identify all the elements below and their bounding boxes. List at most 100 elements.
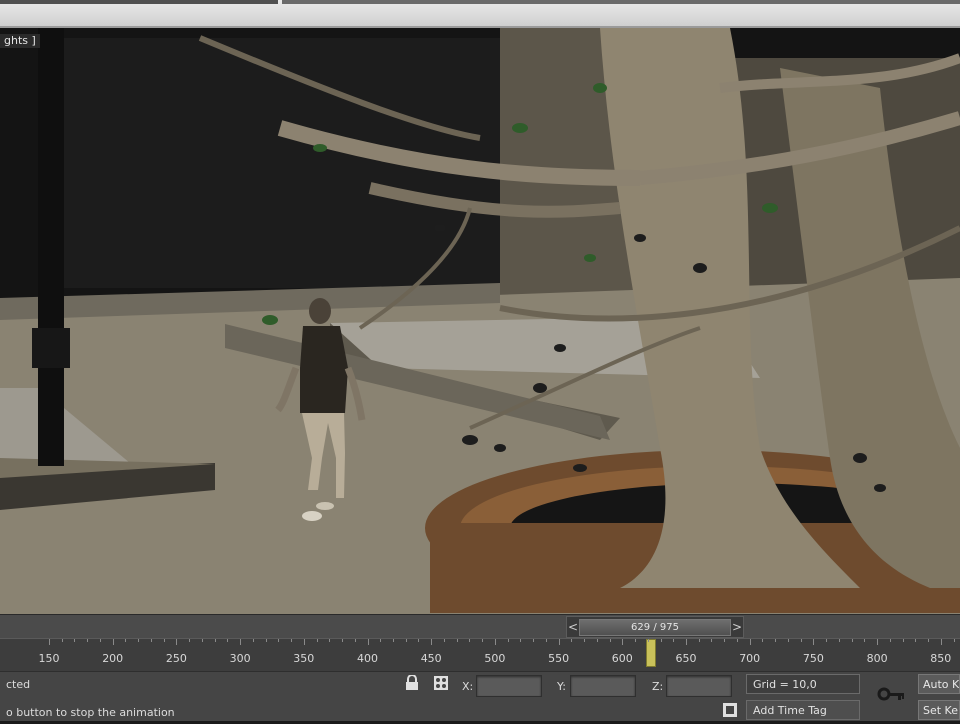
key-icon[interactable] [876, 684, 906, 704]
lock-icon[interactable] [403, 674, 421, 693]
ruler-minor-tick [826, 639, 828, 642]
transform-mode-icon[interactable] [432, 675, 450, 693]
ruler-tick [431, 639, 433, 645]
ruler-tick [940, 639, 942, 645]
ruler-minor-tick [125, 639, 127, 642]
y-coordinate-field[interactable] [570, 675, 636, 697]
time-slider[interactable]: < 629 / 975 > [566, 616, 744, 638]
ruler-minor-tick [342, 639, 344, 642]
z-coordinate-field[interactable] [666, 675, 732, 697]
ruler-minor-tick [635, 639, 637, 642]
ruler-tick [176, 639, 178, 645]
ruler-minor-tick [87, 639, 89, 642]
ruler-tick [622, 639, 624, 645]
ruler-minor-tick [571, 639, 573, 642]
viewport-label[interactable]: ghts ] [0, 34, 40, 48]
ruler-minor-tick [150, 639, 152, 642]
time-slider-bar: < 629 / 975 > [0, 614, 960, 639]
ruler-label: 750 [802, 652, 824, 665]
key-filter-icon[interactable] [721, 702, 739, 720]
ruler-minor-tick [469, 639, 471, 642]
ruler-minor-tick [762, 639, 764, 642]
ruler-minor-tick [902, 639, 904, 642]
ruler-minor-tick [660, 639, 662, 642]
ruler-minor-tick [214, 639, 216, 642]
ruler-tick [686, 639, 687, 645]
ruler-minor-tick [711, 639, 713, 642]
ruler-minor-tick [265, 639, 267, 642]
ruler-minor-tick [456, 639, 458, 642]
3d-viewport[interactable]: ghts ] [0, 28, 960, 614]
ruler-minor-tick [138, 639, 140, 642]
add-time-tag-button[interactable]: Add Time Tag [746, 700, 860, 720]
ruler-minor-tick [533, 639, 535, 642]
ruler-minor-tick [698, 639, 700, 642]
ruler-tick [877, 639, 879, 645]
grid-spacing-display: Grid = 10,0 [746, 674, 860, 694]
ruler-minor-tick [787, 639, 789, 642]
ruler-minor-tick [775, 639, 777, 642]
ruler-minor-tick [864, 639, 866, 642]
ruler-label: 450 [420, 652, 442, 665]
ruler-tick [112, 639, 114, 645]
ruler-minor-tick [278, 639, 280, 642]
set-key-button[interactable]: Set Ke [918, 700, 960, 720]
ruler-minor-tick [520, 639, 522, 642]
ruler-minor-tick [545, 639, 547, 642]
prompt-line: o button to stop the animation [6, 706, 175, 719]
ruler-minor-tick [329, 639, 331, 642]
ruler-label: 300 [229, 652, 251, 665]
ruler-minor-tick [380, 639, 382, 642]
ruler-minor-tick [953, 639, 955, 642]
auto-key-button[interactable]: Auto Ke [918, 674, 960, 694]
ruler-minor-tick [838, 639, 840, 642]
playhead[interactable] [646, 639, 656, 667]
ruler-minor-tick [596, 639, 598, 642]
next-frame-button[interactable]: > [731, 617, 743, 637]
ruler-minor-tick [800, 639, 802, 642]
title-bar-accent [0, 0, 278, 4]
ruler-minor-tick [405, 639, 407, 642]
ruler-tick [367, 639, 369, 645]
y-axis-label: Y: [557, 680, 566, 693]
window-title-bar [0, 0, 960, 28]
ruler-tick [49, 639, 50, 645]
ruler-minor-tick [915, 639, 917, 642]
ruler-label: 850 [930, 652, 952, 665]
ruler-minor-tick [507, 639, 509, 642]
ruler-minor-tick [61, 639, 63, 642]
ruler-minor-tick [673, 639, 675, 642]
z-axis-label: Z: [652, 680, 664, 693]
title-bar-accent-right [282, 0, 960, 4]
ruler-minor-tick [354, 639, 356, 642]
x-coordinate-field[interactable] [476, 675, 542, 697]
ruler-label: 600 [611, 652, 633, 665]
ruler-tick [240, 639, 242, 645]
ruler-minor-tick [189, 639, 191, 642]
ruler-minor-tick [74, 639, 76, 642]
ruler-label: 650 [675, 652, 697, 665]
ruler-minor-tick [851, 639, 853, 642]
ruler-minor-tick [724, 639, 726, 642]
viewport-scene [0, 28, 960, 614]
ruler-tick [749, 639, 751, 645]
time-slider-thumb[interactable]: 629 / 975 [579, 619, 731, 636]
ruler-minor-tick [482, 639, 484, 642]
prev-frame-button[interactable]: < [567, 617, 579, 637]
ruler-label: 200 [102, 652, 124, 665]
track-bar[interactable]: 150 200 250 300 350 400 450 500 550 600 650 700 750 8… [0, 638, 960, 671]
x-axis-label: X: [462, 680, 474, 693]
ruler-minor-tick [889, 639, 891, 642]
ruler-minor-tick [163, 639, 165, 642]
ruler-minor-tick [201, 639, 203, 642]
ruler-label: 500 [484, 652, 506, 665]
ruler-label: 150 [38, 652, 60, 665]
ruler-minor-tick [443, 639, 445, 642]
selection-status: cted [6, 678, 31, 691]
ruler-tick [303, 639, 305, 645]
ruler-minor-tick [316, 639, 318, 642]
ruler-tick [813, 639, 815, 645]
ruler-minor-tick [609, 639, 611, 642]
ruler-minor-tick [647, 639, 649, 642]
ruler-minor-tick [584, 639, 586, 642]
